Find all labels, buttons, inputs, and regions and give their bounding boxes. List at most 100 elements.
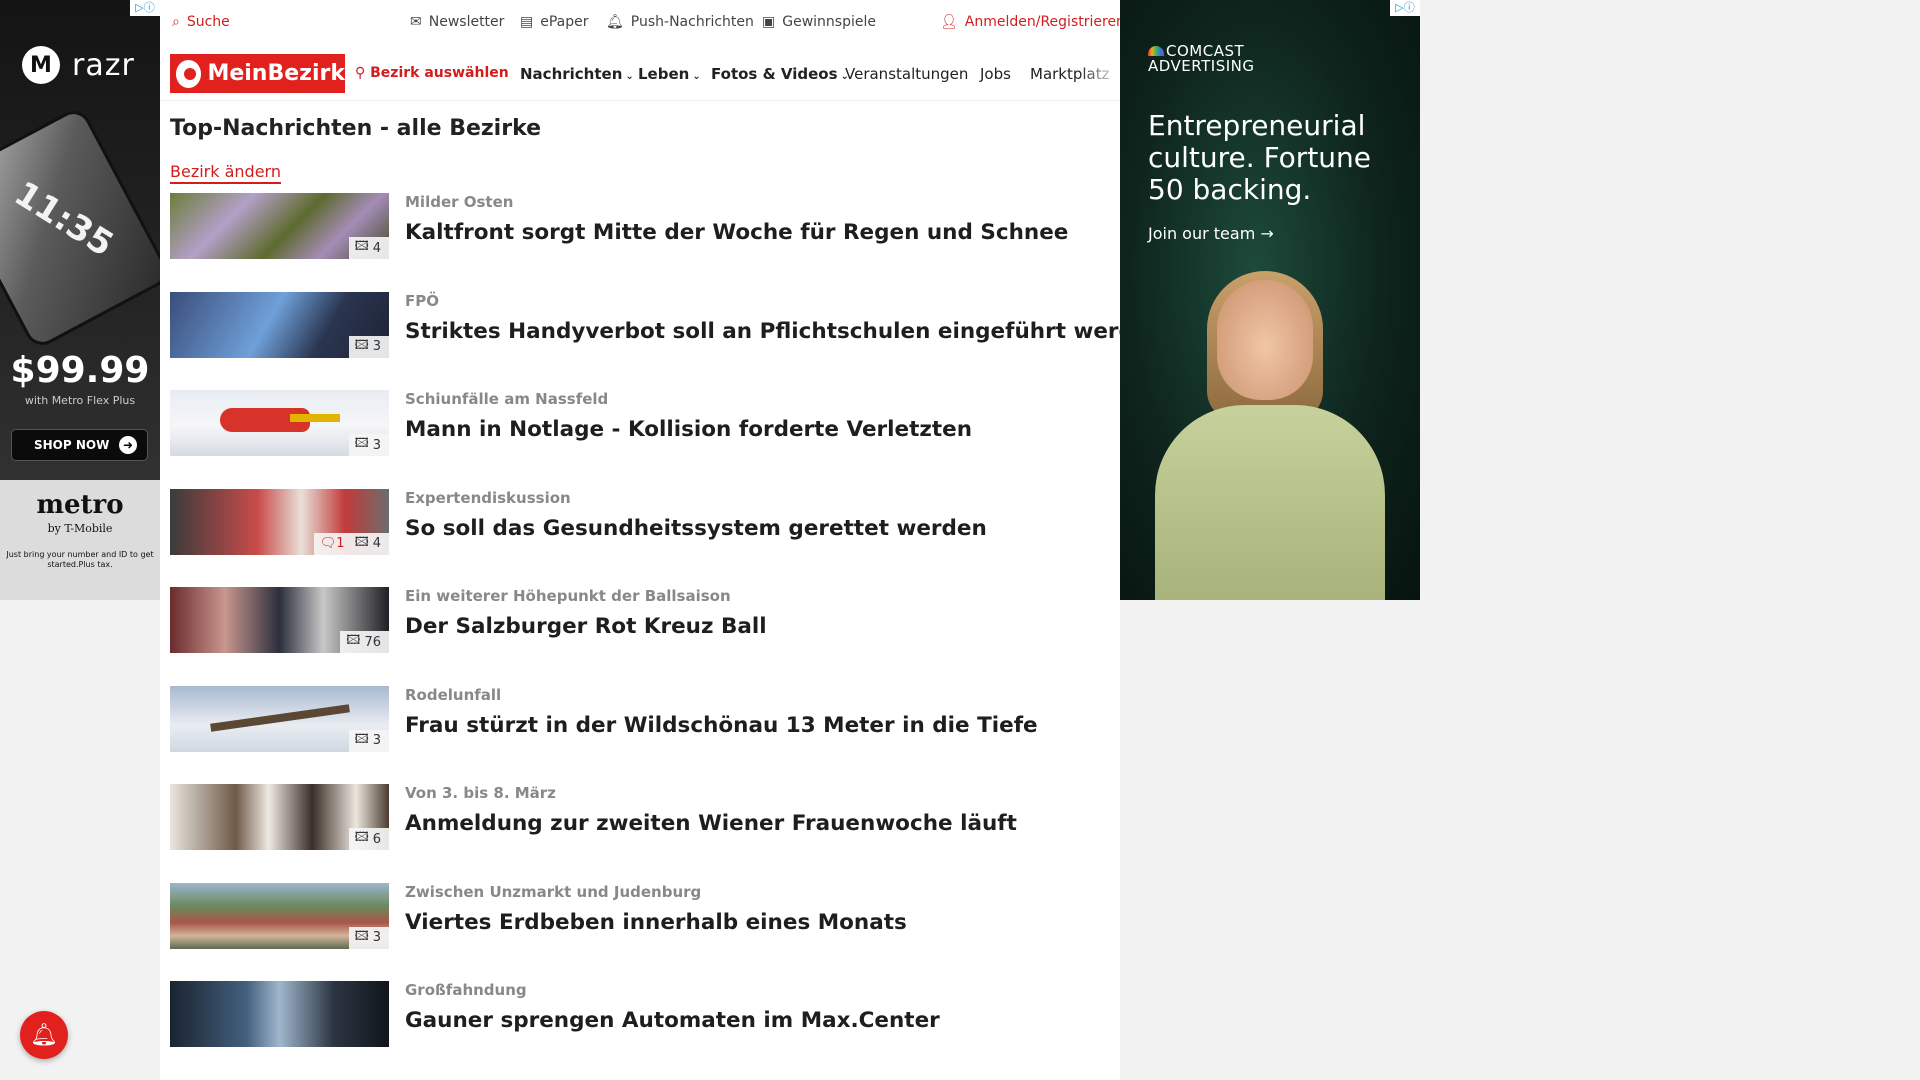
push-label: Push-Nachrichten <box>630 14 754 30</box>
nav-scroll-fade <box>1080 52 1120 100</box>
main-content: ⌕ Suche ✉ Newsletter ▤ ePaper 🔔︎ Push-Na… <box>160 0 1164 1080</box>
ad-headline: Entrepreneurial culture. Fortune 50 back… <box>1148 109 1372 206</box>
notification-bell-button[interactable]: 🔔︎ <box>20 1011 68 1059</box>
newsletter-link[interactable]: ✉ Newsletter <box>410 14 504 30</box>
bezirk-select-label: Bezirk auswählen <box>370 65 509 81</box>
article-thumbnail[interactable]: 🖾 3 <box>170 882 389 949</box>
article-headline[interactable]: So soll das Gesundheitssystem gerettet w… <box>405 516 987 541</box>
nav-item-fotos-videos[interactable]: Fotos & Videos ⌄ <box>711 65 849 83</box>
nav-label: Veranstaltungen <box>845 65 969 83</box>
article-headline[interactable]: Kaltfront sorgt Mitte der Woche für Rege… <box>405 220 1068 245</box>
sun-logo-icon <box>176 59 202 88</box>
photo-count: 6 <box>372 831 381 847</box>
article-item[interactable]: 🖾 3 FPÖ Striktes Handyverbot soll an Pfli… <box>170 291 1164 391</box>
ad-brand-row: M razr <box>22 46 135 84</box>
newspaper-icon: ▤ <box>520 14 534 30</box>
nav-item-leben[interactable]: Leben ⌄ <box>638 65 701 83</box>
ad-brand-name: razr <box>72 47 135 83</box>
article-headline[interactable]: Viertes Erdbeben innerhalb eines Monats <box>405 910 907 935</box>
image-icon: 🖾 <box>354 731 369 747</box>
article-item[interactable]: 🖾 4 Milder Osten Kaltfront sorgt Mitte de… <box>170 193 1115 292</box>
search-link[interactable]: ⌕ Suche <box>172 14 230 30</box>
search-icon: ⌕ <box>172 14 180 30</box>
article-thumbnail[interactable]: 🖾 3 <box>170 291 389 358</box>
nav-item-nachrichten[interactable]: Nachrichten ⌄ <box>520 65 634 83</box>
article-thumbnail[interactable]: 🖾 3 <box>170 390 389 456</box>
article-thumbnail[interactable]: 🖾 76 <box>170 587 389 653</box>
article-item[interactable]: 🖾 3 Zwischen Unzmarkt und Judenburg Viert… <box>170 882 1115 982</box>
epaper-label: ePaper <box>540 14 589 30</box>
article-kicker: Expertendiskussion <box>405 488 571 507</box>
change-district-link[interactable]: Bezirk ändern <box>170 162 281 184</box>
article-item[interactable]: 🖾 3 Rodelunfall Frau stürzt in der Wildsc… <box>170 685 1115 785</box>
photo-count-badge: 🖾 3 <box>348 434 389 456</box>
ad-fine-print: Just bring your number and ID to get sta… <box>6 550 154 569</box>
newsletter-label: Newsletter <box>428 14 505 30</box>
epaper-link[interactable]: ▤ ePaper <box>520 14 589 30</box>
article-item[interactable]: 🖾 76 Ein weiterer Höhepunkt der Ballsaiso… <box>170 587 1115 686</box>
login-link[interactable]: 👤︎ Anmelden/Registrieren <box>940 14 1125 30</box>
comcast-logo: COMCAST ADVERTISING <box>1148 44 1255 74</box>
push-notifications-link[interactable]: 🔔︎ Push-Nachrichten <box>606 14 754 30</box>
shop-now-label: SHOP NOW <box>34 438 110 452</box>
comment-number: 1 <box>336 536 345 551</box>
search-label: Suche <box>186 14 230 30</box>
nav-label: Jobs <box>980 65 1011 83</box>
article-headline[interactable]: Anmeldung zur zweiten Wiener Frauenwoche… <box>405 811 1017 836</box>
image-icon: 🖾 <box>354 337 369 353</box>
article-headline[interactable]: Mann in Notlage - Kollision forderte Ver… <box>405 417 972 442</box>
article-headline[interactable]: Striktes Handyverbot soll an Pflichtschu… <box>405 319 1164 344</box>
page-title: Top-Nachrichten - alle Bezirke <box>170 116 542 141</box>
nav-item-jobs[interactable]: Jobs <box>980 65 1011 83</box>
nav-item-veranstaltungen[interactable]: Veranstaltungen <box>845 65 968 83</box>
article-item[interactable]: 🖾 3 Schiunfälle am Nassfeld Mann in Notla… <box>170 390 1115 489</box>
envelope-icon: ✉ <box>410 14 422 30</box>
gewinnspiele-link[interactable]: ▣ Gewinnspiele <box>762 14 876 30</box>
article-kicker: Rodelunfall <box>405 685 502 704</box>
article-kicker: FPÖ <box>405 291 439 310</box>
ad-price: $99.99 <box>10 350 150 391</box>
left-advertisement[interactable]: ▷ⓘ M razr 11:35 $99.99 with Metro Flex P… <box>0 0 160 600</box>
article-item[interactable]: 🖾 6 Von 3. bis 8. März Anmeldung zur zwei… <box>170 784 1115 883</box>
cardigan-shape <box>1155 405 1385 600</box>
user-icon: 👤︎ <box>940 14 958 30</box>
article-thumbnail[interactable]: 🖾 4 <box>170 193 389 259</box>
login-label: Anmelden/Registrieren <box>964 14 1125 30</box>
article-kicker: Großfahndung <box>405 981 527 999</box>
photo-count: 3 <box>372 930 381 945</box>
meinbezirk-logo[interactable]: MeinBezirk <box>170 54 345 93</box>
metro-logo: metro <box>36 490 124 520</box>
gift-icon: ▣ <box>762 14 776 30</box>
article-thumbnail[interactable] <box>170 981 389 1047</box>
adchoices-icon[interactable]: ▷ⓘ <box>130 0 160 16</box>
adchoices-icon[interactable]: ▷ⓘ <box>1390 0 1420 16</box>
article-kicker: Von 3. bis 8. März <box>405 784 556 802</box>
article-thumbnail[interactable]: 🖾 6 <box>170 784 389 850</box>
article-headline[interactable]: Der Salzburger Rot Kreuz Ball <box>405 614 767 639</box>
location-pin-icon: ⚲ <box>355 65 366 81</box>
bezirk-select[interactable]: ⚲ Bezirk auswählen <box>355 65 509 81</box>
article-thumbnail[interactable]: 🖾 3 <box>170 685 389 752</box>
article-headline[interactable]: Gauner sprengen Automaten im Max.Center <box>405 1008 940 1033</box>
arrow-right-icon: ➜ <box>119 436 137 454</box>
article-item[interactable]: Großfahndung Gauner sprengen Automaten i… <box>170 981 1115 1080</box>
article-headline[interactable]: Frau stürzt in der Wildschönau 13 Meter … <box>405 713 1038 738</box>
article-list: 🖾 4 Milder Osten Kaltfront sorgt Mitte de… <box>170 193 1164 1080</box>
shop-now-button[interactable]: SHOP NOW ➜ <box>11 429 148 461</box>
article-thumbnail[interactable]: 🗨1 🖾 4 <box>170 488 389 555</box>
ad-price-sub: with Metro Flex Plus <box>24 394 136 407</box>
chevron-down-icon: ⌄ <box>692 71 701 82</box>
person-image <box>1145 271 1395 600</box>
nav-label: Leben <box>638 65 690 83</box>
top-utility-bar: ⌕ Suche ✉ Newsletter ▤ ePaper 🔔︎ Push-Na… <box>160 0 1125 46</box>
comment-icon: 🗨 <box>319 536 337 551</box>
logo-text: MeinBezirk <box>207 61 345 86</box>
article-item[interactable]: 🗨1 🖾 4 Expertendiskussion So soll das Gesu… <box>170 488 1115 588</box>
photo-count-badge: 🗨1 🖾 4 <box>313 532 389 555</box>
photo-count: 3 <box>372 733 381 748</box>
right-advertisement[interactable]: ▷ⓘ COMCAST ADVERTISING Entrepreneurial c… <box>1120 0 1420 600</box>
join-team-link[interactable]: Join our team → <box>1148 224 1274 243</box>
image-icon: 🖾 <box>354 830 369 845</box>
photo-count: 76 <box>364 634 381 650</box>
photo-count: 4 <box>372 240 381 256</box>
